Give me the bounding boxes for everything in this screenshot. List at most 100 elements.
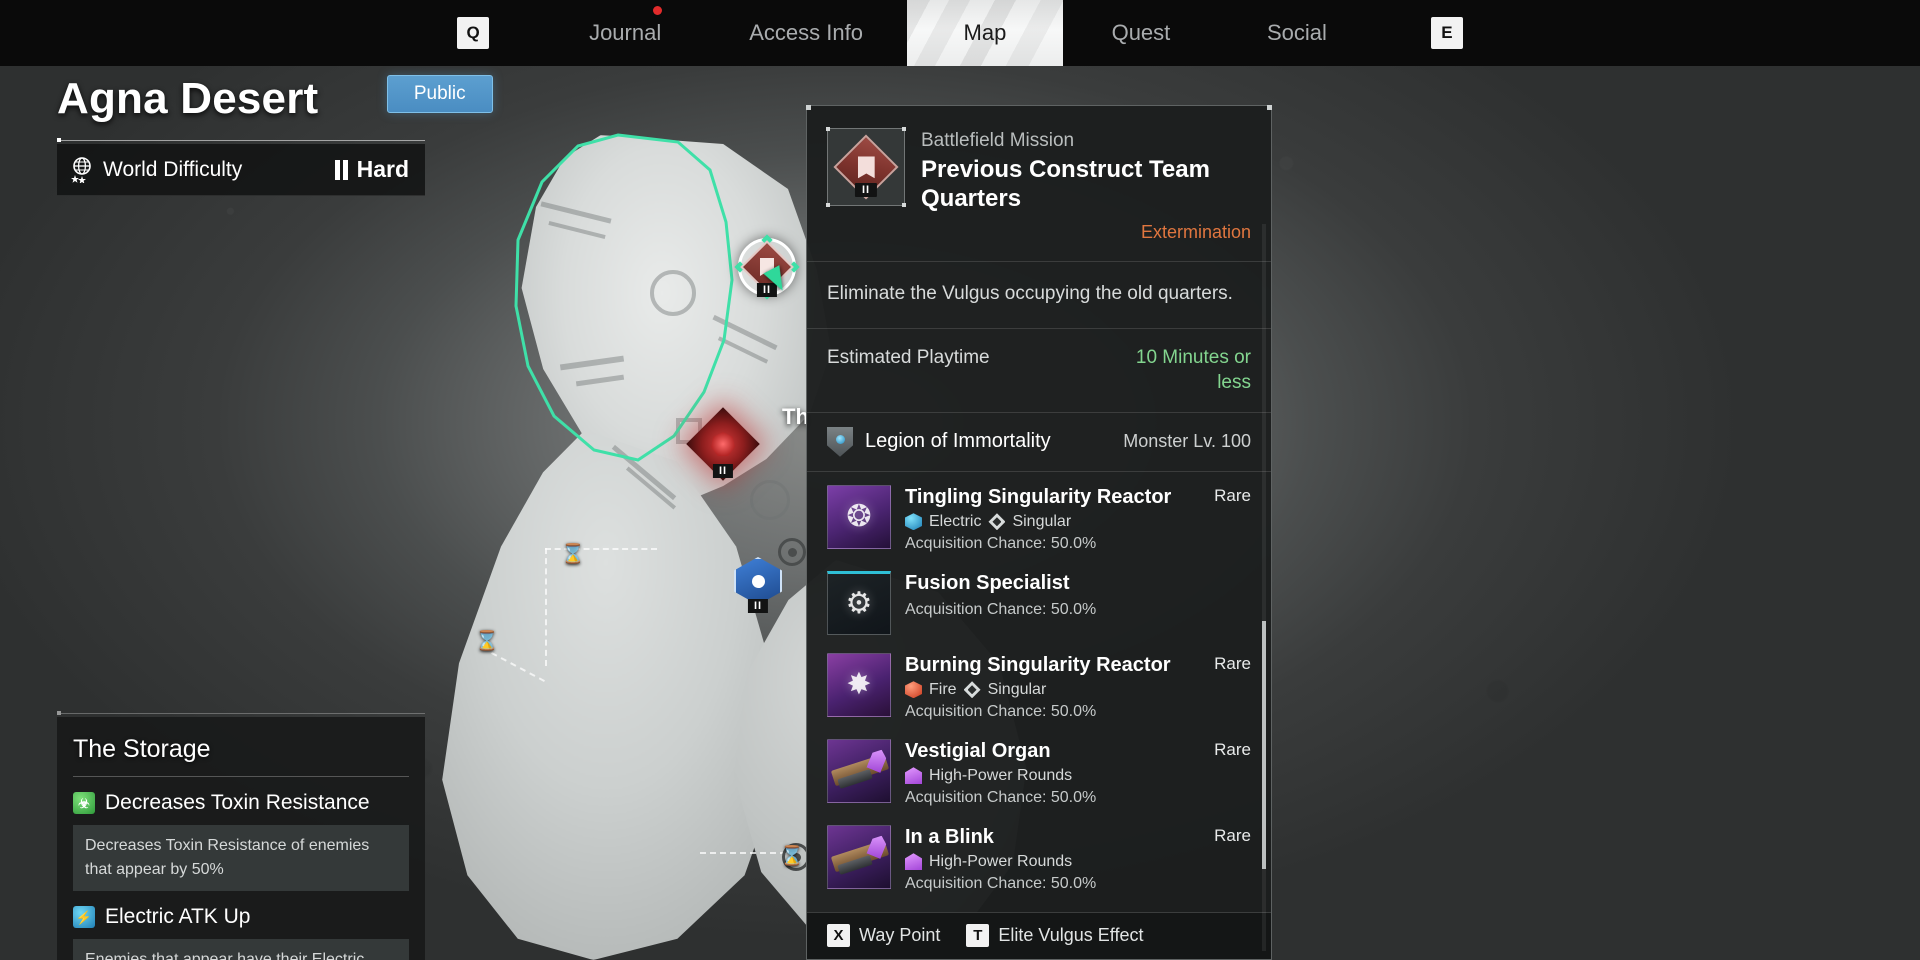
hourglass-poi-2[interactable]: ⌛ [475,630,499,652]
reward-acquisition-chance: Acquisition Chance: 50.0% [905,874,1097,892]
elite-vulgus-effect-label: Elite Vulgus Effect [998,925,1144,945]
reward-item[interactable]: ✸ Burning Singularity Reactor Fire Singu… [807,644,1271,730]
storage-title: The Storage [73,735,211,763]
gear-poi-marker[interactable] [778,538,806,566]
tab-map[interactable]: Map [907,0,1063,66]
world-difficulty-panel[interactable]: World Difficulty Hard [57,138,425,196]
hourglass-icon: ⌛ [475,631,499,652]
reward-acquisition-chance: Acquisition Chance: 50.0% [905,702,1097,720]
infiltration-hex-icon [734,557,782,605]
ammo-high-power-icon [905,767,922,785]
elite-vulgus-effect-hint[interactable]: T Elite Vulgus Effect [966,924,1143,947]
map-route-dashed-1 [545,548,547,666]
storage-effect-name: Decreases Toxin Resistance [105,791,370,814]
reward-item[interactable]: ⚙ Fusion Specialist Acquisition Chance: … [807,562,1271,644]
reward-thumb-glyph: ❂ [846,500,872,534]
reward-acquisition-chance: Acquisition Chance: 50.0% [905,600,1097,618]
reward-item[interactable]: ❂ Tingling Singularity Reactor Electric … [807,476,1271,562]
key-cap-x: X [827,924,850,947]
electric-icon: ⚡ [73,906,95,928]
reward-tag-label: Fire [929,680,957,698]
zone-header: Agna Desert Public [57,74,493,124]
tab-journal[interactable]: Journal [545,0,705,66]
public-status-badge[interactable]: Public [386,75,493,113]
storage-effect-item: ⚡ Electric ATK Up [73,905,409,929]
singular-type-icon [963,681,981,699]
reward-name: Vestigial Organ [905,739,1051,762]
playtime-value: 10 Minutes or less [1135,346,1251,394]
tab-quest-label: Quest [1111,20,1171,45]
storage-top-rule [57,711,425,715]
infiltration-tier-badge: II [747,599,769,613]
mission-faction-row: Legion of Immortality Monster Lv. 100 [807,413,1271,472]
next-tab-key-e[interactable]: E [1430,17,1463,49]
boss-core-glyph [711,432,735,456]
reward-tag-label: High-Power Rounds [929,766,1073,784]
reward-scrollbar-thumb[interactable] [1262,621,1266,869]
singular-type-icon [988,513,1006,531]
storage-effects-panel: The Storage ☣ Decreases Toxin Resistance… [57,711,425,960]
world-difficulty-value: Hard [356,156,409,182]
reward-name: Tingling Singularity Reactor [905,485,1172,508]
playtime-label: Estimated Playtime [827,346,990,368]
hourglass-poi-3[interactable]: ⌛ [780,845,804,867]
reward-tag-label: Singular [1012,512,1072,530]
tab-social[interactable]: Social [1219,0,1375,66]
mission-type-badge: Extermination [1140,221,1251,242]
reward-item[interactable]: In a Blink High-Power Rounds Acquisition… [807,816,1271,902]
monster-level: Monster Lv. 100 [1123,431,1251,452]
mission-detail-panel: II Battlefield Mission Previous Construc… [806,105,1272,960]
reward-name: Fusion Specialist [905,571,1070,594]
waypoint-label: Way Point [859,925,941,945]
mission-description: Eliminate the Vulgus occupying the old q… [807,262,1271,329]
electric-element-icon [905,513,922,531]
gear-icon [778,538,806,566]
mission-title: Previous Construct Team Quarters [921,156,1210,213]
reward-item[interactable]: Vestigial Organ High-Power Rounds Acquis… [807,730,1271,816]
fire-element-icon [905,681,922,699]
mission-reward-list[interactable]: ❂ Tingling Singularity Reactor Electric … [807,472,1271,912]
difficulty-bars-icon [334,159,348,180]
module-card-thumb: ⚙ [827,570,891,635]
tab-social-label: Social [1266,20,1327,45]
waypoint-hint[interactable]: X Way Point [827,924,940,947]
boss-marker[interactable]: II [686,407,760,481]
faction-name: Legion of Immortality [865,430,1051,453]
prev-tab-key-q[interactable]: Q [457,17,490,49]
world-difficulty-label: World Difficulty [103,157,243,181]
map-area-label: Th [782,404,809,429]
key-cap-t: T [966,924,990,947]
journal-alert-dot [653,6,663,15]
top-navigation-bar: Q Journal Access Info Map Quest Social E [0,0,1920,66]
hourglass-icon: ⌛ [561,544,585,565]
reward-tag-label: Singular [987,680,1047,698]
storage-divider [73,776,409,777]
hourglass-poi-1[interactable]: ⌛ [561,543,585,565]
storage-effect-description: Decreases Toxin Resistance of enemies th… [73,825,409,891]
panel-top-rule [57,138,425,142]
reward-rarity: Rare [1214,739,1251,759]
tab-journal-label: Journal [589,20,662,45]
mission-header: II Battlefield Mission Previous Construc… [807,106,1271,262]
mission-playtime-row: Estimated Playtime 10 Minutes or less [807,329,1271,413]
storage-effect-name: Electric ATK Up [105,905,251,928]
battlefield-mission-diamond-icon: II [826,127,906,207]
reward-name: Burning Singularity Reactor [905,653,1171,676]
hourglass-icon: ⌛ [780,846,804,867]
reward-rarity: Rare [1214,485,1251,505]
tab-map-label: Map [963,20,1007,45]
tab-access-info[interactable]: Access Info [705,0,907,66]
mission-tier-badge: II [854,183,878,197]
reward-rarity: Rare [1214,825,1251,845]
tab-access-info-label: Access Info [749,20,863,45]
storage-effect-item: ☣ Decreases Toxin Resistance [73,791,409,815]
ammo-high-power-icon [905,853,922,871]
reward-tag-label: Electric [929,512,982,530]
infiltration-marker[interactable]: II [734,557,782,613]
mission-kind: Battlefield Mission [921,130,1075,151]
reward-acquisition-chance: Acquisition Chance: 50.0% [905,788,1097,806]
globe-stars-icon [71,156,91,183]
tab-quest[interactable]: Quest [1063,0,1219,66]
reward-tag-label: High-Power Rounds [929,852,1073,870]
reactor-fire-thumb: ✸ [827,652,891,717]
